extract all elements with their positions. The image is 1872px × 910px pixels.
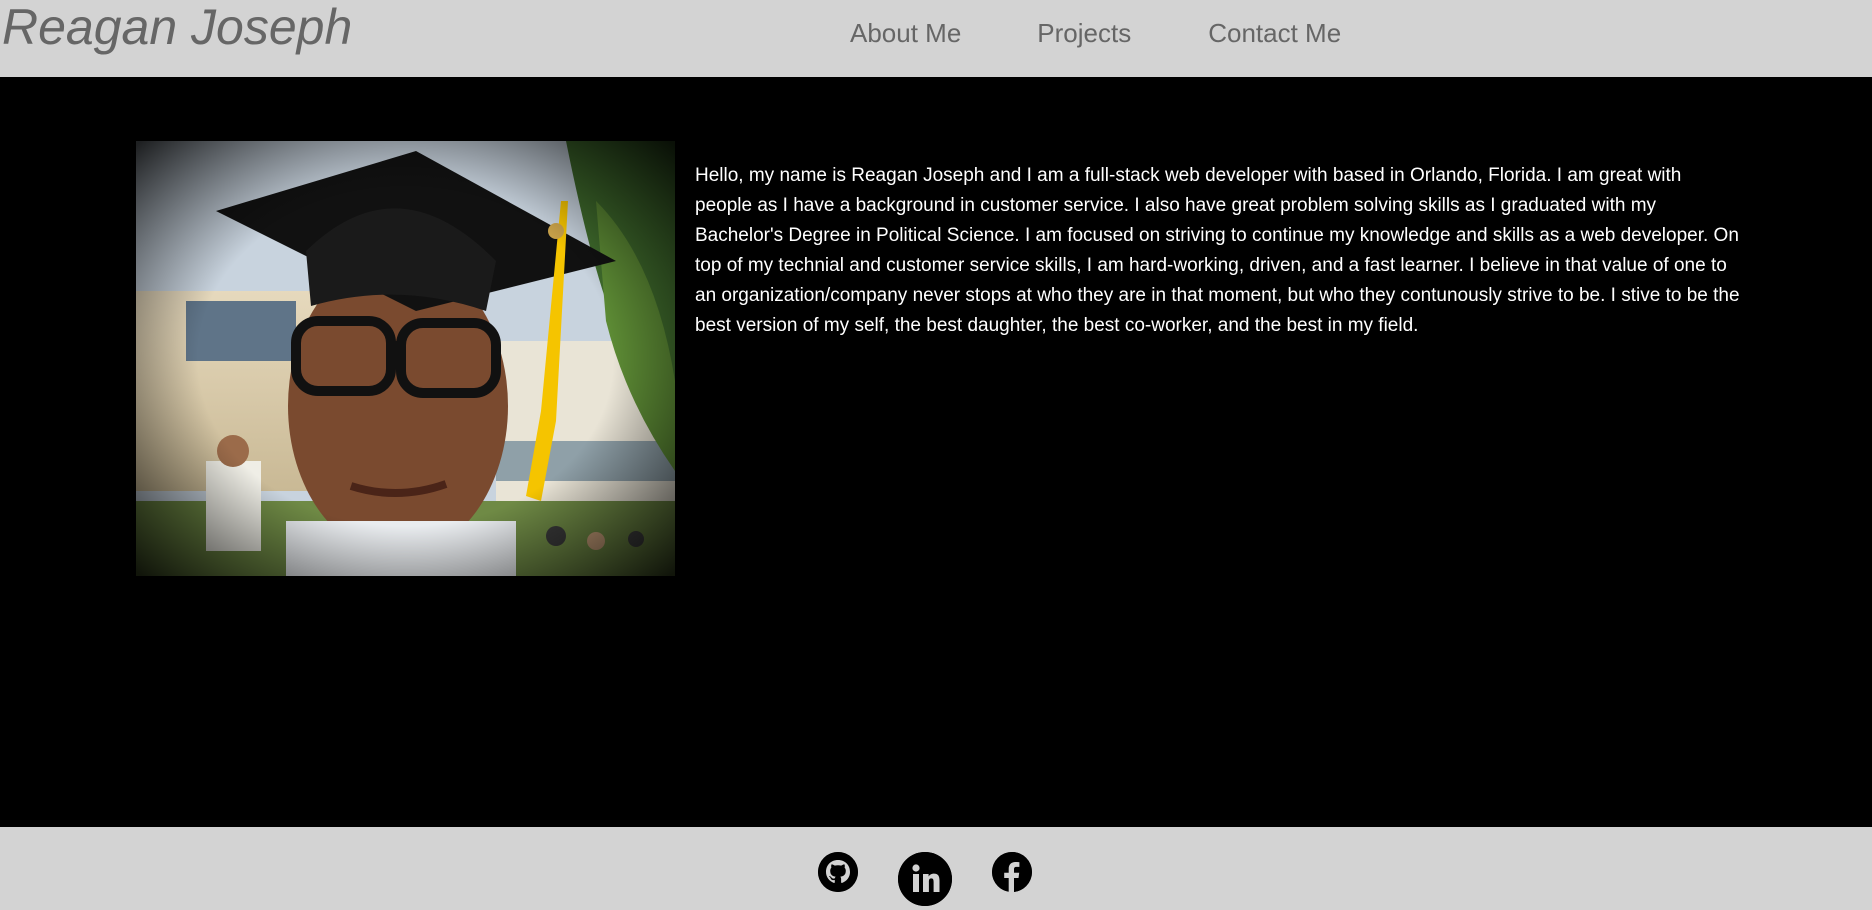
site-footer bbox=[0, 827, 1872, 910]
nav-link-about-me[interactable]: About Me bbox=[850, 16, 961, 50]
bio-paragraph: Hello, my name is Reagan Joseph and I am… bbox=[695, 165, 1740, 336]
linkedin-icon[interactable] bbox=[898, 852, 952, 906]
facebook-icon[interactable] bbox=[992, 852, 1032, 892]
nav-link-projects[interactable]: Projects bbox=[1037, 16, 1131, 50]
nav-link-contact-me[interactable]: Contact Me bbox=[1208, 16, 1341, 50]
site-header: Reagan Joseph About Me Projects Contact … bbox=[0, 0, 1872, 77]
social-links bbox=[0, 827, 1872, 910]
main-nav: About Me Projects Contact Me bbox=[850, 16, 1341, 50]
site-title: Reagan Joseph bbox=[2, 0, 353, 55]
github-icon[interactable] bbox=[818, 852, 858, 892]
profile-photo bbox=[136, 141, 675, 576]
about-section: Hello, my name is Reagan Joseph and I am… bbox=[0, 77, 1872, 827]
